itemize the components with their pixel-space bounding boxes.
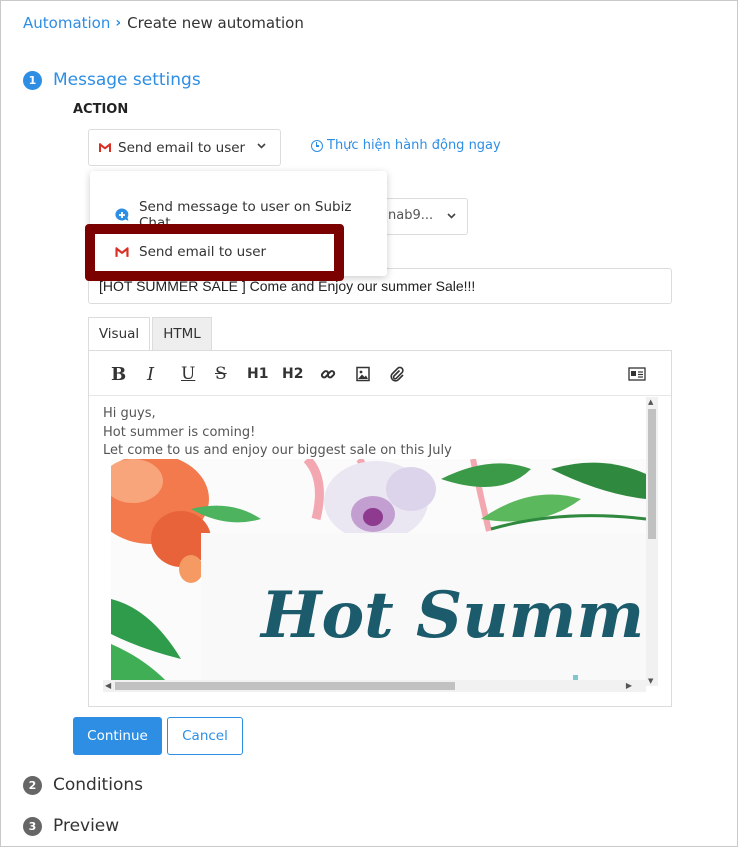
scroll-up-icon[interactable]: ▲ xyxy=(648,398,653,406)
action-select-value: Send email to user xyxy=(118,139,246,156)
step-title: Message settings xyxy=(53,70,201,90)
step-message-settings[interactable]: 1 Message settings xyxy=(23,70,201,90)
step-number: 3 xyxy=(23,816,42,836)
heading2-button[interactable]: H2 xyxy=(282,363,303,385)
step-preview[interactable]: 3 Preview xyxy=(23,816,119,836)
editor-content[interactable]: Hi guys, Hot summer is coming! Let come … xyxy=(103,397,646,686)
horizontal-scrollbar[interactable]: ◀ ▶ xyxy=(103,680,646,692)
summer-sale-banner-image: Hot Summer S xyxy=(111,459,646,686)
highlight-annotation-box xyxy=(85,224,344,281)
clock-icon xyxy=(311,139,323,152)
step-conditions[interactable]: 2 Conditions xyxy=(23,775,143,795)
page-frame: Automation › Create new automation 1 Mes… xyxy=(0,0,738,847)
attachment-icon[interactable] xyxy=(389,363,405,385)
step-title: Conditions xyxy=(53,775,143,795)
run-now-link[interactable]: Thực hiện hành động ngay xyxy=(311,138,501,153)
heading1-button[interactable]: H1 xyxy=(247,363,268,385)
contact-card-icon[interactable] xyxy=(628,363,646,385)
underline-button[interactable]: U xyxy=(181,363,195,385)
sender-select-value: nab9... xyxy=(388,208,434,223)
scroll-right-icon[interactable]: ▶ xyxy=(626,681,632,690)
scrollbar-thumb[interactable] xyxy=(648,409,656,539)
editor-toolbar: B I U S H1 H2 xyxy=(89,351,671,396)
run-now-label: Thực hiện hành động ngay xyxy=(327,138,501,153)
scrollbar-thumb[interactable] xyxy=(115,682,455,690)
tab-html[interactable]: HTML xyxy=(152,317,212,351)
step-title: Preview xyxy=(53,816,120,836)
italic-button[interactable]: I xyxy=(147,363,154,385)
breadcrumb-automation-link[interactable]: Automation xyxy=(23,14,110,32)
content-line: Let come to us and enjoy our biggest sal… xyxy=(103,443,452,458)
chevron-right-icon: › xyxy=(115,15,122,31)
action-label: ACTION xyxy=(73,102,129,117)
content-line: Hi guys, xyxy=(103,406,156,421)
sender-select[interactable]: nab9... xyxy=(381,198,468,235)
chevron-down-icon xyxy=(447,213,456,219)
image-icon[interactable] xyxy=(355,363,371,385)
subiz-chat-icon xyxy=(115,208,129,221)
bold-button[interactable]: B xyxy=(111,363,126,385)
gmail-icon xyxy=(99,143,111,152)
step-number: 2 xyxy=(23,775,42,795)
continue-button[interactable]: Continue xyxy=(73,717,162,755)
scroll-down-icon[interactable]: ▼ xyxy=(648,677,653,685)
email-editor[interactable]: B I U S H1 H2 Hi guys, Hot summer is com… xyxy=(88,350,672,707)
cancel-button[interactable]: Cancel xyxy=(167,717,243,755)
banner-artwork: Hot Summer S xyxy=(111,459,646,686)
banner-headline: Hot Summer S xyxy=(259,578,646,653)
step-number: 1 xyxy=(23,70,42,90)
action-select[interactable]: Send email to user xyxy=(88,129,281,166)
breadcrumb: Automation › Create new automation xyxy=(23,14,304,32)
link-icon[interactable] xyxy=(320,363,336,385)
chevron-down-icon xyxy=(257,143,266,149)
content-line: Hot summer is coming! xyxy=(103,424,256,440)
strikethrough-button[interactable]: S xyxy=(215,363,227,385)
vertical-scrollbar[interactable]: ▲ ▼ xyxy=(646,397,658,686)
breadcrumb-current: Create new automation xyxy=(127,14,304,32)
tab-visual[interactable]: Visual xyxy=(88,317,150,351)
scroll-left-icon[interactable]: ◀ xyxy=(105,681,111,690)
